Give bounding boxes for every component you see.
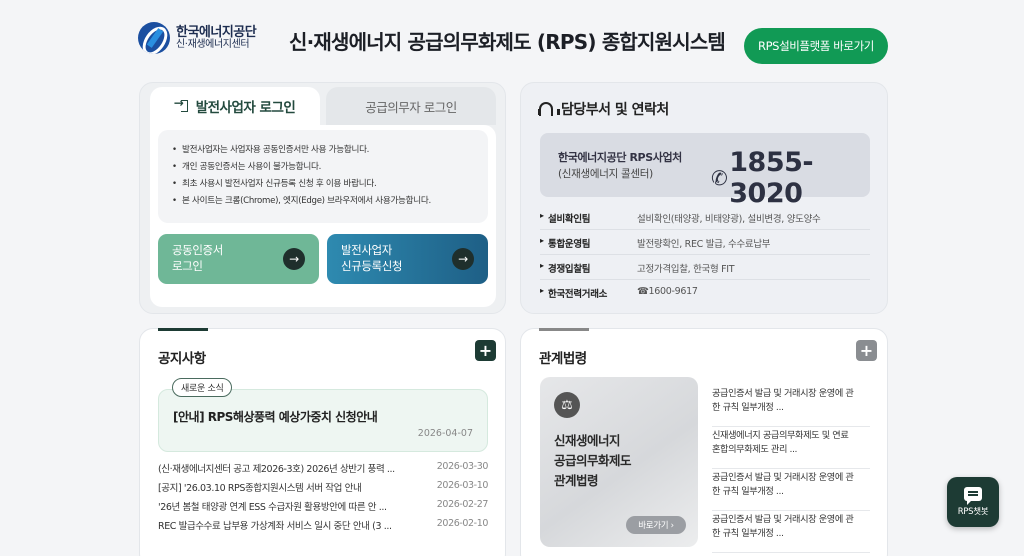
law-item[interactable]: 공급인증서 발급 및 거래시장 운영에 관 한 규칙 일부개정 ... bbox=[712, 511, 870, 553]
login-notice-item: 본 사이트는 크롬(Chrome), 엣지(Edge) 브라우저에서 사용가능합… bbox=[172, 193, 476, 210]
dept-row: 경쟁입찰팀 고정가격입찰, 한국형 FIT bbox=[540, 255, 870, 280]
notice-more-button[interactable]: + bbox=[475, 340, 496, 361]
laws-more-button[interactable]: + bbox=[856, 340, 877, 361]
platform-shortcut-button[interactable]: RPS설비플랫폼 바로가기 bbox=[744, 28, 888, 64]
register-button[interactable]: 발전사업자 신규등록신청 → bbox=[327, 234, 488, 284]
laws-shortcut-link[interactable]: 바로가기 › bbox=[626, 516, 686, 534]
callcenter-org: 한국에너지공단 RPS사업처 bbox=[558, 151, 682, 164]
notice-panel: 공지사항 + [안내] RPS해상풍력 예상가중치 신청안내 2026-04-0… bbox=[139, 328, 506, 556]
logo-line2: 신·재생에너지센터 bbox=[176, 38, 250, 50]
featured-notice-date: 2026-04-07 bbox=[417, 428, 473, 439]
dept-name: 한국전력거래소 bbox=[540, 286, 607, 300]
logo-text: 한국에너지공단 신·재생에너지센터 bbox=[176, 24, 257, 50]
callcenter-box: 한국에너지공단 RPS사업처 (신재생에너지 콜센터) ✆ 1855-3020 bbox=[540, 133, 870, 209]
kea-logo[interactable]: 한국에너지공단 신·재생에너지센터 bbox=[138, 22, 257, 54]
notice-row-title: '26년 봄철 태양광 연계 ESS 수급자원 활용방안에 따른 안 ... bbox=[158, 502, 387, 513]
law-item-line: 한 규칙 일부개정 ... bbox=[712, 528, 784, 539]
new-news-badge: 새로운 소식 bbox=[172, 378, 233, 397]
dept-name: 설비확인팀 bbox=[540, 211, 591, 225]
chatbot-label: RPS챗봇 bbox=[957, 507, 989, 517]
cert-login-button[interactable]: 공동인증서 로그인 → bbox=[158, 234, 319, 284]
dept-name: 경쟁입찰팀 bbox=[540, 261, 591, 275]
tab-generator-login-label: 발전사업자 로그인 bbox=[195, 100, 296, 116]
notice-row[interactable]: REC 발급수수료 납부용 가상계좌 서비스 일시 중단 안내 (3 ... 2… bbox=[158, 516, 488, 535]
laws-banner-caption: 신재생에너지 공급의무화제도 관계법령 bbox=[554, 431, 632, 491]
notice-row[interactable]: [공지] '26.03.10 RPS종합지원시스템 서버 작업 안내 2026-… bbox=[158, 478, 488, 497]
notice-row[interactable]: '26년 봄철 태양광 연계 ESS 수급자원 활용방안에 따른 안 ... 2… bbox=[158, 497, 488, 516]
section-accent bbox=[158, 328, 208, 331]
law-item-line: 혼합의무화제도 관리 ... bbox=[712, 444, 798, 455]
login-body: 발전사업자는 사업자용 공동인증서만 사용 가능합니다. 개인 공동인증서는 사… bbox=[150, 125, 496, 307]
laws-caption-line: 공급의무화제도 bbox=[554, 453, 632, 468]
callcenter-phone[interactable]: ✆ 1855-3020 bbox=[711, 147, 870, 209]
law-item[interactable]: 공급인증서 발급 및 거래시장 운영에 관 한 규칙 일부개정 ... bbox=[712, 385, 870, 427]
dept-row: 통합운영팀 발전량확인, REC 발급, 수수료납부 bbox=[540, 230, 870, 255]
law-item-line: 신재생에너지 공급의무화제도 및 연료 bbox=[712, 430, 849, 441]
chatbot-button[interactable]: RPS챗봇 bbox=[947, 477, 999, 527]
tab-supplier-login[interactable]: 공급의무자 로그인 bbox=[326, 87, 496, 125]
notice-row-date: 2026-02-27 bbox=[436, 499, 489, 510]
login-notice-item: 발전사업자는 사업자용 공동인증서만 사용 가능합니다. bbox=[172, 142, 476, 159]
arrow-right-icon: → bbox=[452, 248, 474, 270]
login-notice-item: 개인 공동인증서는 사용이 불가능합니다. bbox=[172, 159, 476, 176]
notice-row[interactable]: (신·재생에너지센터 공고 제2026-3호) 2026년 상반기 풍력 ...… bbox=[158, 459, 488, 478]
law-item[interactable]: 공급인증서 발급 및 거래시장 운영에 관 한 규칙 일부개정 ... bbox=[712, 469, 870, 511]
contact-title-label: 담당부서 및 연락처 bbox=[561, 102, 669, 118]
notice-row-title: (신·재생에너지센터 공고 제2026-3호) 2026년 상반기 풍력 ... bbox=[158, 464, 395, 475]
law-item-line: 공급인증서 발급 및 거래시장 운영에 관 bbox=[712, 472, 854, 483]
notice-row-date: 2026-03-10 bbox=[436, 480, 489, 491]
law-item-line: 한 규칙 일부개정 ... bbox=[712, 402, 784, 413]
notice-row-title: [공지] '26.03.10 RPS종합지원시스템 서버 작업 안내 bbox=[158, 483, 362, 494]
contact-title: 담당부서 및 연락처 bbox=[538, 99, 669, 119]
laws-panel: 관계법령 + ⚖ 신재생에너지 공급의무화제도 관계법령 바로가기 › 공급인증… bbox=[520, 328, 888, 556]
phone-icon: ✆ bbox=[711, 166, 728, 190]
dept-desc: ☎1600-9617 bbox=[637, 286, 698, 297]
header: 한국에너지공단 신·재생에너지센터 신·재생에너지 공급의무화제도 (RPS) … bbox=[0, 0, 1024, 80]
notice-row-date: 2026-03-30 bbox=[436, 461, 489, 472]
law-item-line: 공급인증서 발급 및 거래시장 운영에 관 bbox=[712, 388, 854, 399]
dept-desc: 발전량확인, REC 발급, 수수료납부 bbox=[637, 239, 771, 250]
notice-row-title: REC 발급수수료 납부용 가상계좌 서비스 일시 중단 안내 (3 ... bbox=[158, 521, 392, 532]
notice-row-date: 2026-02-10 bbox=[436, 518, 489, 529]
login-arrow-icon bbox=[174, 96, 189, 113]
law-item-line: 한 규칙 일부개정 ... bbox=[712, 486, 784, 497]
laws-banner[interactable]: ⚖ 신재생에너지 공급의무화제도 관계법령 바로가기 › bbox=[540, 377, 698, 547]
dept-row: 설비확인팀 설비확인(태양광, 비태양광), 설비변경, 양도양수 bbox=[540, 205, 870, 230]
featured-notice-title: [안내] RPS해상풍력 예상가중치 신청안내 bbox=[173, 410, 378, 424]
login-panel: 발전사업자 로그인 공급의무자 로그인 발전사업자는 사업자용 공동인증서만 사… bbox=[139, 82, 506, 314]
dept-desc: 설비확인(태양광, 비태양광), 설비변경, 양도양수 bbox=[637, 214, 821, 225]
dept-name: 통합운영팀 bbox=[540, 236, 591, 250]
law-item[interactable]: 신재생에너지 공급의무화제도 및 연료 혼합의무화제도 관리 ... bbox=[712, 427, 870, 469]
login-notice-item: 최초 사용시 발전사업자 신규등록 신청 후 이용 바랍니다. bbox=[172, 176, 476, 193]
law-item-line: 공급인증서 발급 및 거래시장 운영에 관 bbox=[712, 514, 854, 525]
kea-logo-icon bbox=[138, 22, 170, 54]
arrow-right-icon: → bbox=[283, 248, 305, 270]
section-accent bbox=[539, 328, 589, 331]
laws-caption-line: 관계법령 bbox=[554, 473, 599, 488]
site-title: 신·재생에너지 공급의무화제도 (RPS) 종합지원시스템 bbox=[289, 30, 726, 54]
featured-notice[interactable]: [안내] RPS해상풍력 예상가중치 신청안내 2026-04-07 bbox=[158, 389, 488, 452]
callcenter-sub: (신재생에너지 콜센터) bbox=[558, 168, 653, 180]
dept-row: 한국전력거래소 ☎1600-9617 bbox=[540, 280, 870, 305]
logo-line1: 한국에너지공단 bbox=[176, 24, 257, 40]
headset-icon bbox=[538, 102, 560, 116]
tab-generator-login[interactable]: 발전사업자 로그인 bbox=[150, 87, 320, 125]
laws-title: 관계법령 bbox=[539, 351, 587, 367]
notice-title: 공지사항 bbox=[158, 351, 206, 367]
laws-caption-line: 신재생에너지 bbox=[554, 433, 621, 448]
dept-desc: 고정가격입찰, 한국형 FIT bbox=[637, 264, 735, 275]
login-notice-list: 발전사업자는 사업자용 공동인증서만 사용 가능합니다. 개인 공동인증서는 사… bbox=[158, 130, 488, 223]
callcenter-phone-number: 1855-3020 bbox=[729, 147, 814, 209]
scale-icon: ⚖ bbox=[554, 392, 580, 418]
contact-panel: 담당부서 및 연락처 한국에너지공단 RPS사업처 (신재생에너지 콜센터) ✆… bbox=[520, 82, 888, 314]
chat-icon bbox=[964, 487, 982, 505]
